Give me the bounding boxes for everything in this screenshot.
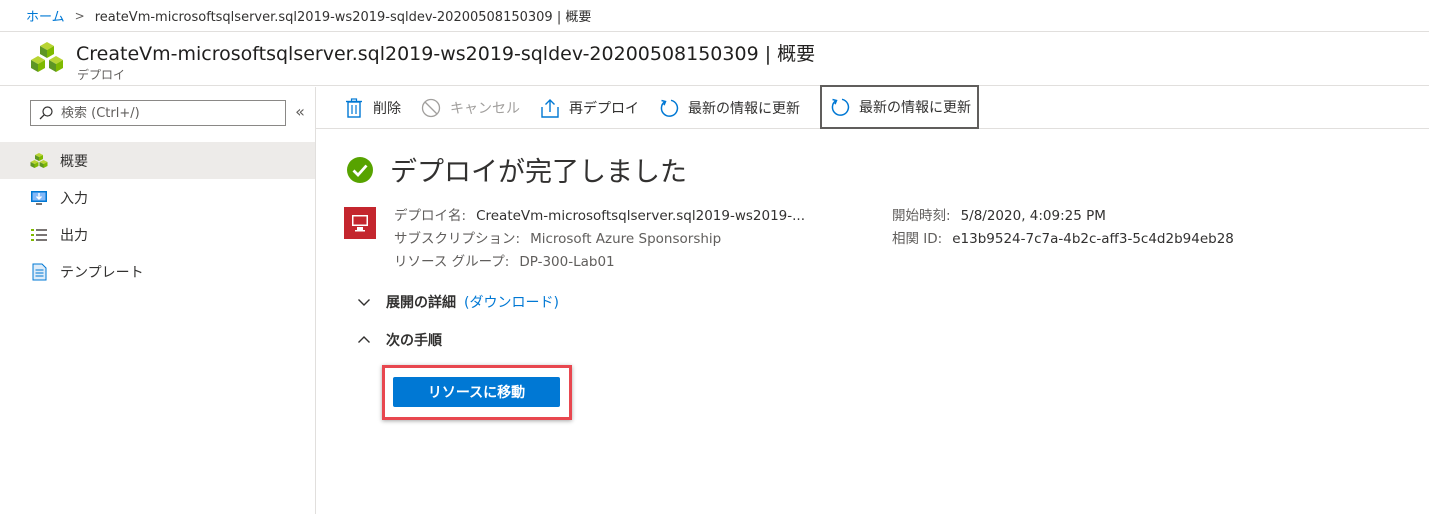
subscription-row: サブスクリプション: Microsoft Azure Sponsorship [394,227,721,247]
sidebar-item-template[interactable]: テンプレート [0,253,315,290]
cancel-button[interactable]: キャンセル [421,87,520,129]
sidebar-item-input[interactable]: 入力 [0,179,315,216]
search-input[interactable] [61,105,281,121]
delete-label: 削除 [373,100,401,117]
chevron-down-icon [356,294,372,310]
deployment-name-value: CreateVm-microsoftsqlserver.sql2019-ws20… [476,208,806,224]
page-subtitle: デプロイ [77,68,126,82]
overview-icon [30,152,48,170]
breadcrumb: ホーム > reateVm-microsoftsqlserver.sql2019… [0,0,1429,32]
deployment-details: デプロイ名: CreateVm-microsoftsqlserver.sql201… [344,202,1344,272]
breadcrumb-current: reateVm-microsoftsqlserver.sql2019-ws201… [94,10,592,25]
upload-icon [540,98,560,118]
sidebar-item-overview[interactable]: 概要 [0,142,315,179]
deployment-cubes-icon [31,42,63,72]
refresh-icon [659,98,679,118]
sidebar-item-output[interactable]: 出力 [0,216,315,253]
deployment-name-label: デプロイ名: [394,208,467,224]
download-link[interactable]: (ダウンロード) [464,292,559,312]
refresh-icon [830,97,850,117]
refresh-button-focused[interactable]: 最新の情報に更新 [820,85,979,129]
breadcrumb-separator: > [74,8,85,23]
start-time-row: 開始時刻: 5/8/2020, 4:09:25 PM [892,204,1106,224]
search-icon [39,106,53,120]
sidebar: « 概要 [0,87,316,514]
deployment-status: デプロイが完了しました [346,150,687,189]
refresh-button[interactable]: 最新の情報に更新 [659,87,800,129]
correlation-id-value: e13b9524-7c7a-4b2c-aff3-5c4d2b94eb28 [952,231,1234,247]
sidebar-nav: 概要 入力 出力 テンプレート [0,142,315,290]
next-steps-label: 次の手順 [386,333,442,349]
subscription-label: サブスクリプション: [394,231,521,247]
start-time-label: 開始時刻: [892,208,951,224]
status-heading: デプロイが完了しました [390,157,687,188]
redeploy-label: 再デプロイ [569,100,639,117]
success-check-icon [347,156,373,183]
delete-button[interactable]: 削除 [344,87,401,129]
sidebar-item-label: 出力 [60,227,88,244]
correlation-id-row: 相関 ID: e13b9524-7c7a-4b2c-aff3-5c4d2b94eb… [892,227,1234,247]
start-time-value: 5/8/2020, 4:09:25 PM [960,208,1106,224]
chevron-up-icon [356,332,372,348]
page-title: CreateVm-microsoftsqlserver.sql2019-ws20… [76,43,816,65]
command-bar: 削除 キャンセル 再デプロイ 最新の情報に更新 最新の情報に更新 [316,85,1429,129]
cancel-label: キャンセル [450,100,520,117]
output-icon [30,226,48,244]
page-header: CreateVm-microsoftsqlserver.sql2019-ws20… [0,33,1429,86]
breadcrumb-home-link[interactable]: ホーム [26,6,65,25]
resource-group-label: リソース グループ: [394,254,510,270]
refresh-label: 最新の情報に更新 [688,100,800,117]
subscription-value: Microsoft Azure Sponsorship [530,231,722,247]
collapse-sidebar-button[interactable]: « [290,102,310,126]
next-steps-toggle[interactable]: 次の手順 [356,330,442,350]
virtual-machine-icon [344,207,376,239]
deployment-name-row: デプロイ名: CreateVm-microsoftsqlserver.sql201… [394,204,805,224]
resource-group-value: DP-300-Lab01 [519,254,615,270]
trash-icon [344,97,364,118]
deployment-details-label: 展開の詳細 [386,295,456,311]
deployment-details-toggle[interactable]: 展開の詳細 (ダウンロード) [356,292,559,312]
template-icon [30,263,48,281]
redeploy-button[interactable]: 再デプロイ [540,87,639,129]
cancel-icon [421,98,441,118]
resource-group-row: リソース グループ: DP-300-Lab01 [394,250,615,270]
search-box[interactable] [30,100,286,126]
main-content: デプロイが完了しました デプロイ名: CreateVm-microsoftsqls… [316,130,1429,514]
sidebar-item-label: 概要 [60,153,88,170]
input-icon [30,189,48,207]
sidebar-item-label: テンプレート [60,264,144,281]
go-to-resource-button[interactable]: リソースに移動 [393,377,560,407]
sidebar-item-label: 入力 [60,190,88,207]
refresh-label: 最新の情報に更新 [859,100,971,116]
correlation-id-label: 相関 ID: [892,231,943,247]
